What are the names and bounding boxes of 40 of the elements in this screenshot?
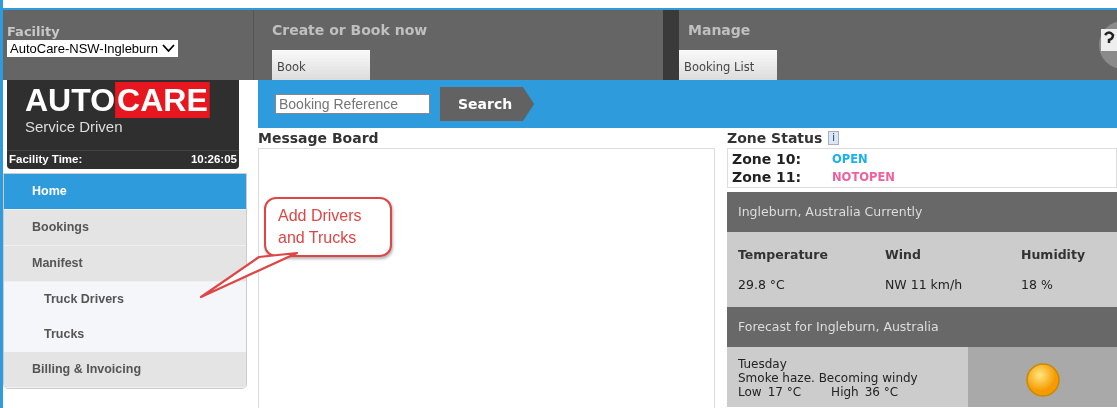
sidebar-subitem[interactable]: Trucks [4,317,246,352]
logo: AUTOCARE Service Driven [7,80,239,150]
search-button[interactable]: Search [440,87,535,121]
weather-value: 18 % [1021,277,1054,292]
high-temperature: 36 °C [864,385,899,399]
sidebar-item[interactable]: Billing & Invoicing [4,352,246,388]
low-temperature: 17 °C [767,385,802,399]
zone-status-title: Zone Status [727,130,823,146]
sidebar-item[interactable]: Bookings [4,210,246,246]
forecast-header: Forecast for Ingleburn, Australia [727,307,1117,347]
sidebar-item[interactable]: Manifest [4,246,246,282]
callout-bubble: Add Drivers and Trucks [264,197,392,257]
facility-time-label: Facility Time: [9,153,83,165]
forecast-summary: Smoke haze. Becoming windy [738,371,919,385]
sidebar-subitem[interactable]: Truck Drivers [4,282,246,317]
menu-button[interactable]: Booking List [679,50,777,80]
high-label: High [831,385,859,399]
info-icon[interactable]: i [828,131,840,145]
zone-name: Zone 11: [732,168,803,186]
weather-value: NW 11 km/h [885,277,964,292]
weather-header: Ingleburn, Australia Currently [727,192,1117,232]
menu-group-title: Create or Book now [272,22,429,38]
chevron-down-icon [161,44,175,53]
weather-value: 29.8 °C [738,277,786,292]
facility-dropdown[interactable]: AutoCare-NSW-Ingleburn [7,40,178,57]
weather-column-header: Humidity [1021,247,1087,262]
low-label: Low [738,385,762,399]
facility-label: Facility [7,24,61,39]
menu-group-title: Manage [687,22,752,38]
zone-status: NOTOPEN [832,169,895,186]
weather-column-header: Temperature [738,247,829,262]
message-board-title: Message Board [258,130,380,146]
menu-button[interactable]: Book [272,50,370,80]
forecast-day: Tuesday [738,357,957,371]
weather-column-header: Wind [885,247,922,262]
zone-status: OPEN [832,151,868,168]
booking-reference-field[interactable]: Booking Reference [275,94,430,114]
sun-icon [1025,363,1060,397]
facility-time: 10:26:05 [190,153,237,165]
zone-name: Zone 10: [732,150,803,168]
